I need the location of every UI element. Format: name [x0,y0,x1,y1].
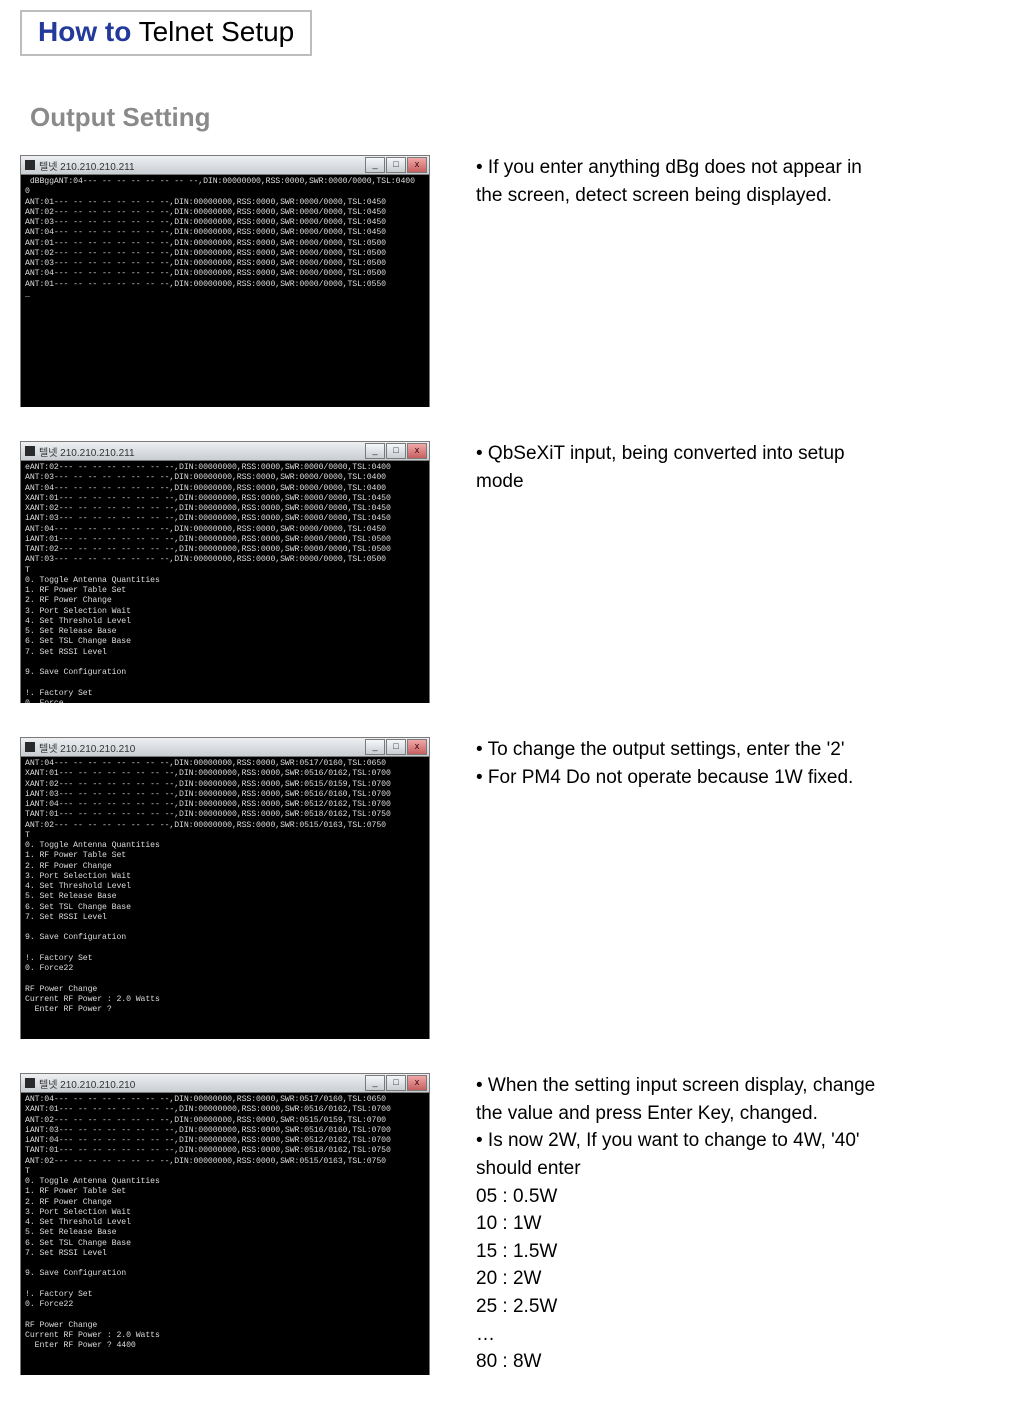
maximize-button[interactable]: □ [386,157,406,173]
titlebar: 텔넷 210.210.210.210 _ □ x [21,738,429,757]
terminal-window: 텔넷 210.210.210.210 _ □ x ANT:04--- -- --… [20,737,430,1039]
titlebar-title: 텔넷 210.210.210.211 [39,158,135,173]
section-heading: Output Setting [30,102,1016,133]
note-line: 10 : 1W [476,1211,1016,1237]
minimize-button[interactable]: _ [365,1075,385,1091]
note-line: 25 : 2.5W [476,1294,1016,1320]
titlebar-title: 텔넷 210.210.210.210 [39,1076,135,1091]
window-controls: _ □ x [365,443,427,459]
step-row: 텔넷 210.210.210.211 _ □ x eANT:02--- -- -… [20,441,1016,703]
step-notes: • When the setting input screen display,… [476,1073,1016,1377]
note-line: • Is now 2W, If you want to change to 4W… [476,1128,1016,1154]
window-controls: _ □ x [365,739,427,755]
step-row: 텔넷 210.210.210.210 _ □ x ANT:04--- -- --… [20,737,1016,1039]
note-line: • When the setting input screen display,… [476,1073,1016,1099]
app-icon [25,160,35,170]
terminal-window: 텔넷 210.210.210.211 _ □ x dBBggANT:04--- … [20,155,430,407]
terminal-output[interactable]: ANT:04--- -- -- -- -- -- -- --,DIN:00000… [21,757,429,1039]
note-line: the screen, detect screen being displaye… [476,183,1016,209]
note-line: mode [476,469,1016,495]
note-line: … [476,1322,1016,1348]
minimize-button[interactable]: _ [365,443,385,459]
title-main: Telnet Setup [131,16,294,47]
app-icon [25,446,35,456]
step-notes: • If you enter anything dBg does not app… [476,155,1016,210]
terminal-output[interactable]: ANT:04--- -- -- -- -- -- -- --,DIN:00000… [21,1093,429,1375]
minimize-button[interactable]: _ [365,157,385,173]
title-prefix: How to [38,16,131,47]
maximize-button[interactable]: □ [386,1075,406,1091]
note-line: 80 : 8W [476,1349,1016,1375]
note-line: • QbSeXiT input, being converted into se… [476,441,1016,467]
close-button[interactable]: x [407,739,427,755]
titlebar: 텔넷 210.210.210.211 _ □ x [21,442,429,461]
window-controls: _ □ x [365,157,427,173]
note-line: • If you enter anything dBg does not app… [476,155,1016,181]
maximize-button[interactable]: □ [386,443,406,459]
close-button[interactable]: x [407,157,427,173]
step-notes: • To change the output settings, enter t… [476,737,1016,792]
app-icon [25,1078,35,1088]
minimize-button[interactable]: _ [365,739,385,755]
titlebar: 텔넷 210.210.210.210 _ □ x [21,1074,429,1093]
terminal-wrap: 텔넷 210.210.210.210 _ □ x ANT:04--- -- --… [20,1073,430,1375]
note-line: 05 : 0.5W [476,1184,1016,1210]
close-button[interactable]: x [407,443,427,459]
note-line: • For PM4 Do not operate because 1W fixe… [476,765,1016,791]
titlebar-title: 텔넷 210.210.210.211 [39,444,135,459]
title-box: How to Telnet Setup [20,10,312,56]
terminal-output[interactable]: dBBggANT:04--- -- -- -- -- -- -- --,DIN:… [21,175,429,407]
maximize-button[interactable]: □ [386,739,406,755]
step-row: 텔넷 210.210.210.211 _ □ x dBBggANT:04--- … [20,155,1016,407]
terminal-wrap: 텔넷 210.210.210.211 _ □ x dBBggANT:04--- … [20,155,430,407]
terminal-wrap: 텔넷 210.210.210.211 _ □ x eANT:02--- -- -… [20,441,430,703]
terminal-window: 텔넷 210.210.210.210 _ □ x ANT:04--- -- --… [20,1073,430,1375]
step-row: 텔넷 210.210.210.210 _ □ x ANT:04--- -- --… [20,1073,1016,1377]
note-line: 15 : 1.5W [476,1239,1016,1265]
note-line: the value and press Enter Key, changed. [476,1101,1016,1127]
window-controls: _ □ x [365,1075,427,1091]
note-line: 20 : 2W [476,1266,1016,1292]
terminal-window: 텔넷 210.210.210.211 _ □ x eANT:02--- -- -… [20,441,430,703]
note-line: should enter [476,1156,1016,1182]
terminal-wrap: 텔넷 210.210.210.210 _ □ x ANT:04--- -- --… [20,737,430,1039]
terminal-output[interactable]: eANT:02--- -- -- -- -- -- -- --,DIN:0000… [21,461,429,703]
app-icon [25,742,35,752]
titlebar-title: 텔넷 210.210.210.210 [39,740,135,755]
titlebar: 텔넷 210.210.210.211 _ □ x [21,156,429,175]
note-line: • To change the output settings, enter t… [476,737,1016,763]
step-notes: • QbSeXiT input, being converted into se… [476,441,1016,496]
page: How to Telnet Setup Output Setting 텔넷 21… [0,0,1036,1417]
close-button[interactable]: x [407,1075,427,1091]
